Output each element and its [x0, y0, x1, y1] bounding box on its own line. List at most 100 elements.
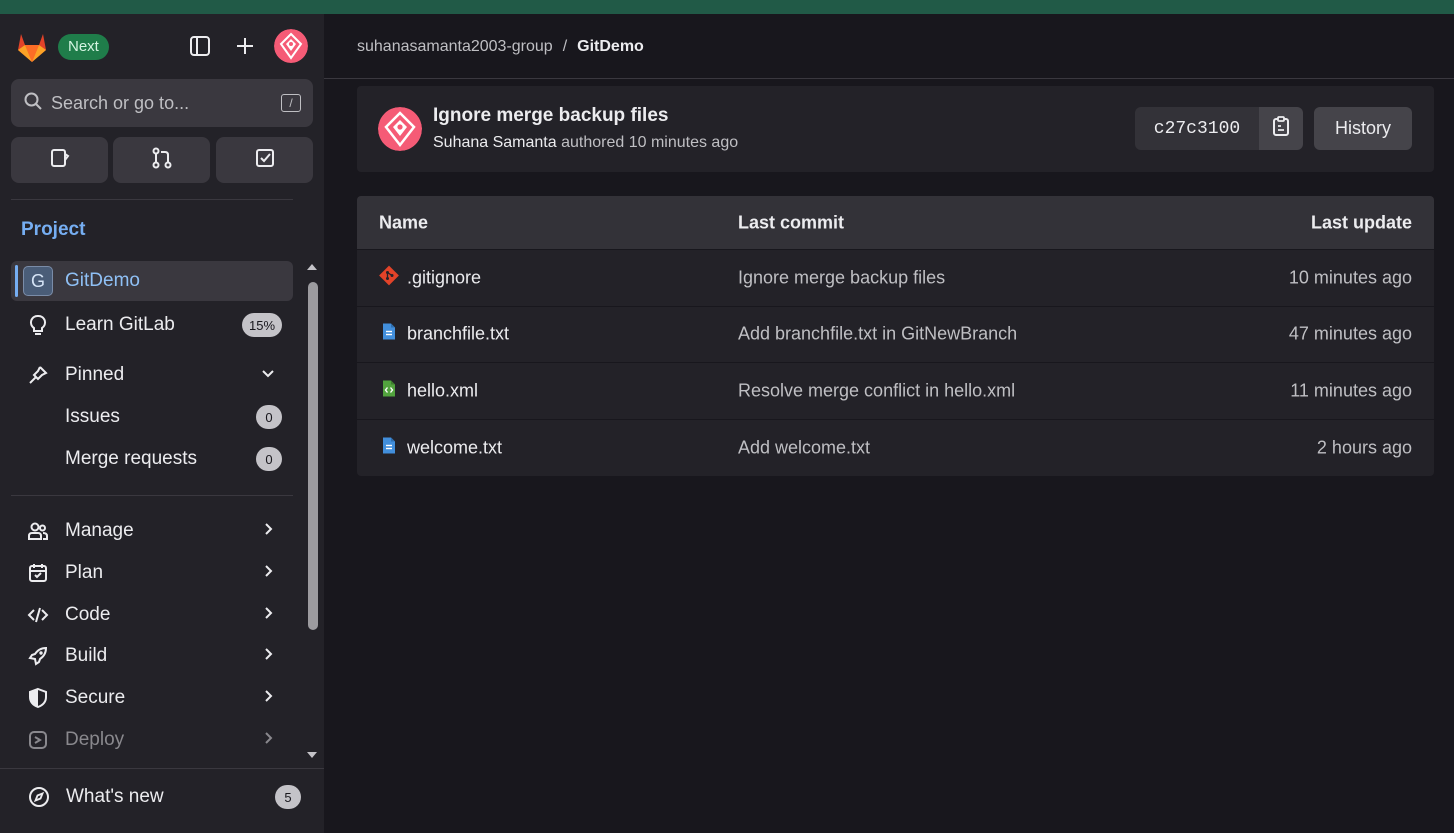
file-last-commit-link[interactable]: Ignore merge backup files	[738, 267, 945, 288]
sidebar-item-plan[interactable]: Plan	[11, 553, 293, 593]
plus-icon[interactable]	[233, 34, 257, 58]
sidebar-item-issues[interactable]: Issues 0	[11, 397, 293, 437]
column-header-last-update: Last update	[1310, 212, 1412, 232]
rocket-icon	[25, 643, 51, 669]
file-last-update: 47 minutes ago	[1288, 323, 1412, 344]
todo-icon	[254, 147, 276, 174]
table-row[interactable]: welcome.txt Add welcome.txt 2 hours ago	[357, 419, 1434, 476]
column-header-last-commit: Last commit	[738, 212, 845, 232]
sidebar-item-merge-requests[interactable]: Merge requests 0	[11, 439, 293, 479]
breadcrumb-project[interactable]: GitDemo	[577, 38, 644, 56]
chevron-right-icon	[261, 562, 275, 584]
sidebar-item-label: Plan	[65, 562, 104, 583]
chevron-right-icon	[261, 520, 275, 542]
table-row[interactable]: .gitignore Ignore merge backup files 10 …	[357, 250, 1434, 307]
file-name-cell: hello.xml	[379, 378, 478, 403]
chevron-right-icon	[261, 729, 275, 751]
merge-requests-count-badge: 0	[256, 447, 282, 471]
todo-quick-button[interactable]	[216, 137, 313, 183]
sidebar-item-label: What's new	[66, 786, 164, 807]
whats-new-count-badge: 5	[275, 785, 301, 809]
pin-icon	[25, 362, 51, 388]
sidebar-item-label: Pinned	[65, 364, 125, 385]
breadcrumb: suhanasamanta2003-group / GitDemo	[357, 38, 644, 56]
sidebar-item-code[interactable]: Code	[11, 595, 293, 635]
sidebar-item-pinned[interactable]: Pinned	[11, 355, 293, 395]
breadcrumb-group[interactable]: suhanasamanta2003-group	[357, 38, 553, 56]
sidebar-item-label: Learn GitLab	[65, 314, 175, 335]
lightbulb-icon	[25, 312, 51, 338]
sidebar-item-label: Deploy	[65, 729, 125, 750]
commit-title-link[interactable]: Ignore merge backup files	[433, 105, 668, 127]
history-button[interactable]: History	[1314, 107, 1412, 150]
merge-request-icon	[151, 147, 173, 174]
users-icon	[25, 518, 51, 544]
file-last-update: 2 hours ago	[1316, 437, 1412, 458]
file-name-link[interactable]: hello.xml	[407, 380, 478, 401]
code-icon	[25, 602, 51, 628]
file-name-cell: branchfile.txt	[379, 322, 509, 347]
file-last-commit-link[interactable]: Add branchfile.txt in GitNewBranch	[738, 324, 1017, 345]
issue-icon	[49, 147, 71, 174]
sidebar: Next Search or go to... / Project G GitD…	[0, 14, 324, 833]
breadcrumb-separator: /	[562, 38, 568, 55]
calendar-icon	[25, 560, 51, 586]
last-commit-panel: Ignore merge backup files Suhana Samanta…	[357, 86, 1434, 172]
chevron-right-icon	[261, 687, 275, 709]
next-badge[interactable]: Next	[58, 34, 109, 60]
file-last-update: 11 minutes ago	[1290, 380, 1412, 401]
file-last-commit-link[interactable]: Add welcome.txt	[738, 437, 870, 458]
sidebar-item-build[interactable]: Build	[11, 636, 293, 676]
sidebar-item-project[interactable]: G GitDemo	[11, 261, 293, 301]
whats-new-bar: What's new 5	[0, 768, 324, 833]
issues-quick-button[interactable]	[11, 137, 108, 183]
chevron-right-icon	[261, 604, 275, 626]
sidebar-item-secure[interactable]: Secure	[11, 678, 293, 718]
sidebar-item-manage[interactable]: Manage	[11, 511, 293, 551]
clipboard-icon	[1271, 115, 1291, 142]
commit-meta: Suhana Samanta authored 10 minutes ago	[433, 134, 738, 152]
commit-sha[interactable]: c27c3100	[1135, 107, 1259, 150]
search-input[interactable]: Search or go to... /	[11, 79, 313, 127]
issues-count-badge: 0	[256, 405, 282, 429]
file-last-update: 10 minutes ago	[1288, 267, 1412, 288]
file-name-link[interactable]: branchfile.txt	[407, 324, 509, 345]
browser-top-strip	[0, 0, 1454, 14]
sidebar-item-learn-gitlab[interactable]: Learn GitLab 15%	[11, 305, 293, 345]
sidebar-item-deploy[interactable]: Deploy	[11, 720, 293, 760]
table-header: Name Last commit Last update	[357, 196, 1434, 250]
search-icon	[23, 91, 43, 116]
sidebar-divider	[11, 199, 293, 200]
sidebar-item-label: Secure	[65, 687, 126, 708]
commit-author-avatar[interactable]	[378, 107, 422, 151]
sidebar-item-label: Build	[65, 645, 108, 666]
file-name-link[interactable]: welcome.txt	[407, 437, 502, 458]
text-file-icon	[379, 435, 399, 460]
merge-requests-quick-button[interactable]	[113, 137, 210, 183]
file-last-commit-link[interactable]: Resolve merge conflict in hello.xml	[738, 380, 1015, 401]
sidebar-item-whats-new[interactable]: What's new 5	[12, 777, 312, 817]
sidebar-item-label: Merge requests	[65, 448, 198, 469]
chevron-right-icon	[261, 645, 275, 667]
commit-author-link[interactable]: Suhana Samanta	[433, 134, 557, 151]
toggle-sidebar-icon[interactable]	[188, 34, 212, 58]
search-shortcut-key: /	[281, 94, 301, 112]
table-row[interactable]: branchfile.txt Add branchfile.txt in Git…	[357, 306, 1434, 363]
file-name-link[interactable]: .gitignore	[407, 267, 481, 288]
shield-icon	[25, 685, 51, 711]
chevron-down-icon	[261, 364, 275, 386]
user-avatar[interactable]	[274, 29, 308, 63]
sidebar-section-title: Project	[21, 219, 86, 240]
git-icon	[379, 265, 399, 290]
file-tree-table: Name Last commit Last update .gitignore …	[357, 196, 1434, 476]
file-name-cell: .gitignore	[379, 265, 481, 290]
copy-sha-button[interactable]	[1259, 107, 1303, 150]
learn-progress-badge: 15%	[242, 313, 282, 337]
compass-icon	[26, 784, 52, 810]
search-placeholder: Search or go to...	[51, 92, 190, 113]
sidebar-scrollbar-thumb[interactable]	[308, 282, 318, 630]
gitlab-logo-icon[interactable]	[14, 30, 50, 64]
deploy-icon	[25, 727, 51, 753]
commit-authored-text: authored 10 minutes ago	[561, 134, 739, 151]
table-row[interactable]: hello.xml Resolve merge conflict in hell…	[357, 363, 1434, 420]
